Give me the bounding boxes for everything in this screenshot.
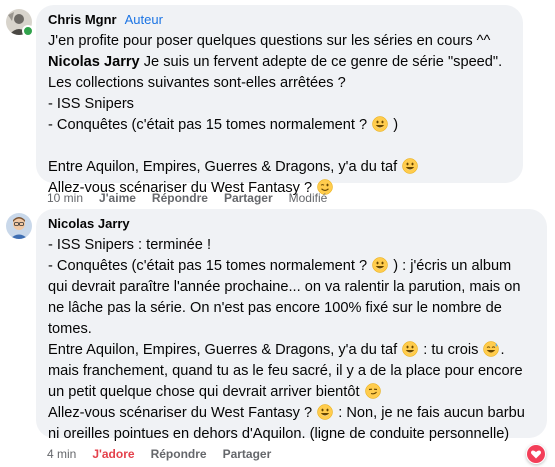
heart-icon — [527, 445, 545, 463]
grinning-sweat-emoji-icon — [483, 341, 499, 357]
reply-button[interactable]: Répondre — [151, 447, 207, 461]
comment-bubble: Nicolas Jarry - ISS Snipers : terminée !… — [36, 209, 547, 442]
grinning-emoji-icon — [317, 404, 333, 420]
grinning-emoji-icon — [402, 158, 418, 174]
grinning-emoji-icon — [372, 116, 388, 132]
comment-time[interactable]: 4 min — [47, 447, 76, 461]
smirking-emoji-icon — [365, 383, 381, 399]
comment-time[interactable]: 10 min — [47, 191, 83, 205]
mention-nicolas-jarry[interactable]: Nicolas Jarry — [48, 54, 140, 70]
comment-actions: 10 min J'aime Répondre Partager Modifié — [47, 191, 327, 205]
share-button[interactable]: Partager — [223, 447, 272, 461]
author-badge: Auteur — [124, 12, 163, 27]
edited-label: Modifié — [288, 191, 328, 205]
love-reaction-badge[interactable] — [526, 444, 546, 464]
online-status-dot — [22, 25, 34, 37]
comment-text: J'en profite pour poser quelques questio… — [48, 33, 503, 196]
like-button[interactable]: J'aime — [99, 191, 136, 205]
comment-author[interactable]: Nicolas Jarry — [48, 216, 130, 231]
comment-bubble: Chris Mgnr Auteur J'en profite pour pose… — [36, 5, 523, 196]
comment-author[interactable]: Chris Mgnr — [48, 12, 117, 27]
grinning-emoji-icon — [372, 257, 388, 273]
reply-button[interactable]: Répondre — [152, 191, 208, 205]
comment-actions: 4 min J'adore Répondre Partager — [47, 447, 271, 461]
comment-text: - ISS Snipers : terminée ! - Conquêtes (… — [48, 237, 525, 442]
love-button[interactable]: J'adore — [92, 447, 134, 461]
avatar[interactable] — [6, 213, 32, 239]
grinning-emoji-icon — [402, 341, 418, 357]
share-button[interactable]: Partager — [224, 191, 273, 205]
